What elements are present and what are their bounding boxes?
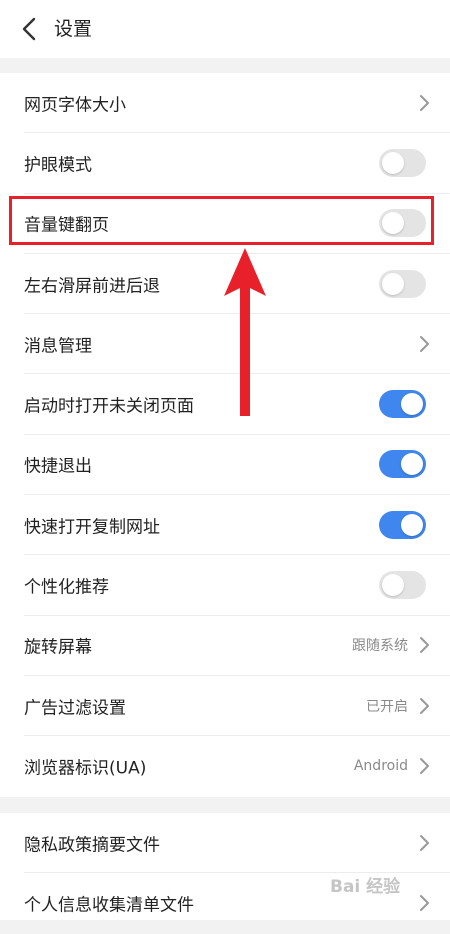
- settings-group-legal: 隐私政策摘要文件个人信息收集清单文件: [0, 813, 450, 920]
- settings-row-label: 启动时打开未关闭页面: [24, 396, 194, 417]
- toggle-knob: [401, 453, 423, 476]
- toggle-knob: [382, 574, 404, 597]
- settings-row-label: 左右滑屏前进后退: [24, 276, 160, 297]
- chevron-right-icon: [420, 895, 429, 912]
- settings-group-main: 网页字体大小 护眼模式音量键翻页左右滑屏前进后退 消息管理启动时打开未关闭页面 快捷退…: [0, 73, 450, 797]
- toggle-switch[interactable]: [379, 148, 426, 177]
- settings-row[interactable]: 隐私政策摘要文件: [24, 813, 450, 874]
- chevron-right-icon: [420, 637, 429, 654]
- toggle-knob: [382, 151, 404, 174]
- settings-row[interactable]: 护眼模式: [24, 133, 450, 194]
- toggle-switch[interactable]: [379, 209, 426, 238]
- toggle-knob: [382, 272, 404, 295]
- toggle-switch[interactable]: [379, 390, 426, 419]
- chevron-right-icon: [420, 697, 429, 714]
- toggle-switch[interactable]: [379, 571, 426, 600]
- settings-row[interactable]: 网页字体大小: [24, 73, 450, 134]
- settings-row[interactable]: 广告过滤设置 已开启: [24, 676, 450, 737]
- header-bar: 设置: [0, 0, 450, 58]
- arrow-up-icon: [224, 248, 266, 416]
- chevron-right-icon: [420, 335, 429, 352]
- toggle-knob: [382, 212, 404, 235]
- settings-row[interactable]: 个人信息收集清单文件: [24, 873, 450, 933]
- settings-row-label: 护眼模式: [24, 155, 92, 176]
- settings-row[interactable]: 个性化推荐: [24, 555, 450, 616]
- toggle-switch[interactable]: [379, 450, 426, 479]
- settings-row-label: 快捷退出: [24, 456, 92, 477]
- settings-row-label: 消息管理: [24, 336, 92, 357]
- toggle-knob: [401, 513, 423, 536]
- settings-row[interactable]: 旋转屏幕 跟随系统: [24, 616, 450, 676]
- settings-row-value: 已开启: [366, 698, 408, 715]
- chevron-left-icon[interactable]: [16, 14, 46, 44]
- settings-row[interactable]: 音量键翻页: [24, 194, 450, 254]
- settings-row[interactable]: 快速打开复制网址: [24, 495, 450, 556]
- settings-row-label: 广告过滤设置: [24, 698, 126, 719]
- toggle-knob: [401, 393, 423, 416]
- settings-row-label: 个性化推荐: [24, 577, 109, 598]
- settings-row-label: 旋转屏幕: [24, 637, 92, 658]
- chevron-right-icon: [420, 834, 429, 851]
- settings-row-value: Android: [353, 758, 408, 775]
- settings-row-label: 快速打开复制网址: [24, 517, 160, 538]
- settings-row-value: 跟随系统: [352, 638, 408, 655]
- chevron-right-icon: [420, 94, 429, 111]
- toggle-switch[interactable]: [379, 269, 426, 298]
- settings-row-label: 隐私政策摘要文件: [24, 835, 160, 856]
- page-title: 设置: [54, 18, 93, 40]
- settings-row-label: 浏览器标识(UA): [24, 758, 147, 779]
- settings-row[interactable]: 快捷退出: [24, 435, 450, 496]
- settings-row-label: 音量键翻页: [24, 215, 109, 236]
- toggle-switch[interactable]: [379, 510, 426, 539]
- settings-row[interactable]: 浏览器标识(UA) Android: [24, 736, 450, 796]
- chevron-right-icon: [420, 758, 429, 775]
- settings-row-label: 个人信息收集清单文件: [24, 895, 194, 916]
- settings-row-label: 网页字体大小: [24, 95, 126, 116]
